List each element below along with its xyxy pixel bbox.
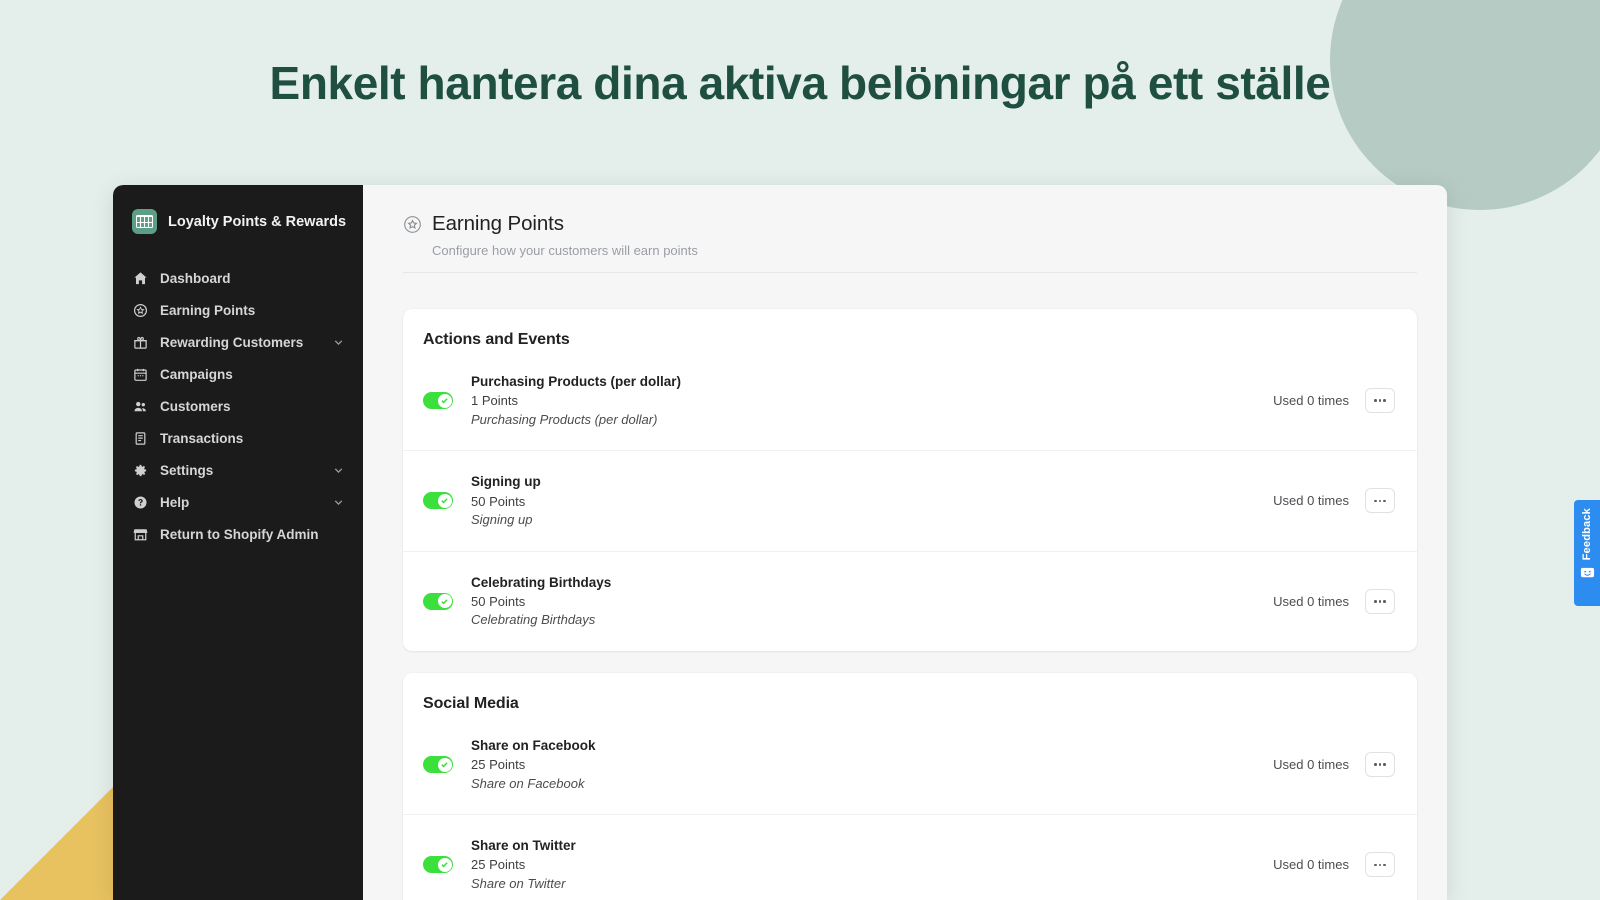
row-name: Purchasing Products (per dollar) <box>471 374 682 389</box>
sidebar-item-label: Return to Shopify Admin <box>160 526 319 542</box>
row-more-actions-button[interactable] <box>1365 752 1395 778</box>
sidebar-item-label: Customers <box>160 398 231 414</box>
sidebar: Loyalty Points & Rewards Dashboard Earni… <box>113 185 363 900</box>
row-points: 25 Points <box>471 757 526 773</box>
star-circle-icon <box>403 215 422 234</box>
receipt-icon <box>132 430 148 446</box>
row-points: 1 Points <box>471 393 518 409</box>
people-icon <box>132 398 148 414</box>
row-more-actions-button[interactable] <box>1365 488 1395 514</box>
table-row[interactable]: Celebrating Birthdays 50 Points Celebrat… <box>403 550 1417 651</box>
sidebar-item-dashboard[interactable]: Dashboard <box>113 262 363 294</box>
table-row[interactable]: Share on Twitter 25 Points Share on Twit… <box>403 814 1417 900</box>
main-content: Earning Points Configure how your custom… <box>363 185 1447 900</box>
row-description: Share on Twitter <box>471 876 566 892</box>
row-description: Celebrating Birthdays <box>471 612 596 628</box>
row-description: Signing up <box>471 512 533 528</box>
row-more-actions-button[interactable] <box>1365 588 1395 614</box>
row-usage-count: Used 0 times <box>1273 593 1349 609</box>
table-row[interactable]: Signing up 50 Points Signing up Used 0 t… <box>403 450 1417 550</box>
row-usage-count: Used 0 times <box>1273 493 1349 509</box>
row-name: Celebrating Birthdays <box>471 574 612 590</box>
row-description: Share on Facebook <box>471 775 585 791</box>
row-points: 25 Points <box>471 857 526 873</box>
sidebar-item-label: Help <box>160 494 190 510</box>
store-icon <box>132 526 148 542</box>
enable-toggle[interactable] <box>423 592 453 610</box>
gear-icon <box>132 462 148 478</box>
page-title: Earning Points <box>432 212 564 235</box>
question-icon <box>132 494 148 510</box>
row-points: 50 Points <box>471 493 526 509</box>
enable-toggle[interactable] <box>423 856 453 874</box>
sidebar-item-rewarding-customers[interactable]: Rewarding Customers <box>113 326 363 358</box>
card-title: Actions and Events <box>423 331 570 348</box>
page-subtitle: Configure how your customers will earn p… <box>432 243 698 258</box>
row-points: 50 Points <box>471 593 526 609</box>
sidebar-item-label: Transactions <box>160 430 244 446</box>
chevron-down-icon[interactable] <box>332 336 345 349</box>
sidebar-item-label: Dashboard <box>160 270 231 286</box>
feedback-label: Feedback <box>1581 508 1593 561</box>
table-row[interactable]: Share on Facebook 25 Points Share on Fac… <box>403 719 1417 814</box>
table-row[interactable]: Purchasing Products (per dollar) 1 Point… <box>403 355 1417 450</box>
row-name: Share on Twitter <box>471 838 576 854</box>
page-header: Earning Points Configure how your custom… <box>403 212 1417 287</box>
sidebar-item-customers[interactable]: Customers <box>113 390 363 422</box>
toggle-knob <box>437 393 452 408</box>
brand-name: Loyalty Points & Rewards <box>168 213 347 230</box>
toggle-knob <box>437 857 452 872</box>
sidebar-item-earning-points[interactable]: Earning Points <box>113 294 363 326</box>
toggle-knob <box>437 757 452 772</box>
toggle-knob <box>437 594 452 609</box>
card-actions-and-events: Actions and Events Purchasing Products (… <box>403 309 1417 651</box>
chevron-down-icon[interactable] <box>332 464 345 477</box>
row-name: Signing up <box>471 474 541 490</box>
gift-icon <box>132 334 148 350</box>
header-divider <box>403 272 1417 273</box>
enable-toggle[interactable] <box>423 756 453 774</box>
sidebar-nav: Dashboard Earning Points Rewarding Custo… <box>113 262 363 550</box>
card-title: Social Media <box>423 694 519 712</box>
row-usage-count: Used 0 times <box>1273 393 1349 409</box>
smiley-face-icon <box>1580 566 1595 579</box>
sidebar-item-label: Settings <box>160 462 214 478</box>
calendar-grid-icon <box>132 209 157 234</box>
calendar-icon <box>132 366 148 382</box>
row-usage-count: Used 0 times <box>1273 857 1349 873</box>
sidebar-item-label: Earning Points <box>160 302 256 318</box>
toggle-knob <box>437 493 452 508</box>
enable-toggle[interactable] <box>423 392 453 410</box>
chevron-down-icon[interactable] <box>332 496 345 509</box>
page-headline: Enkelt hantera dina aktiva belöningar på… <box>269 57 1331 109</box>
app-window: Loyalty Points & Rewards Dashboard Earni… <box>113 185 1447 900</box>
sidebar-item-settings[interactable]: Settings <box>113 454 363 486</box>
row-description: Purchasing Products (per dollar) <box>471 411 658 427</box>
sidebar-item-return-to-shopify-admin[interactable]: Return to Shopify Admin <box>113 518 363 550</box>
brand: Loyalty Points & Rewards <box>113 197 363 246</box>
sidebar-item-label: Rewarding Customers <box>160 334 304 350</box>
feedback-tab[interactable]: Feedback <box>1574 500 1600 606</box>
sidebar-item-transactions[interactable]: Transactions <box>113 422 363 454</box>
sidebar-item-help[interactable]: Help <box>113 486 363 518</box>
row-usage-count: Used 0 times <box>1273 757 1349 773</box>
sidebar-item-campaigns[interactable]: Campaigns <box>113 358 363 390</box>
home-icon <box>132 270 148 286</box>
star-circle-icon <box>132 302 148 318</box>
row-more-actions-button[interactable] <box>1365 388 1395 414</box>
enable-toggle[interactable] <box>423 492 453 510</box>
card-social-media: Social Media Share on Facebook 25 Points… <box>403 672 1417 900</box>
row-name: Share on Facebook <box>471 737 596 753</box>
sidebar-item-label: Campaigns <box>160 366 233 382</box>
row-more-actions-button[interactable] <box>1365 852 1395 878</box>
